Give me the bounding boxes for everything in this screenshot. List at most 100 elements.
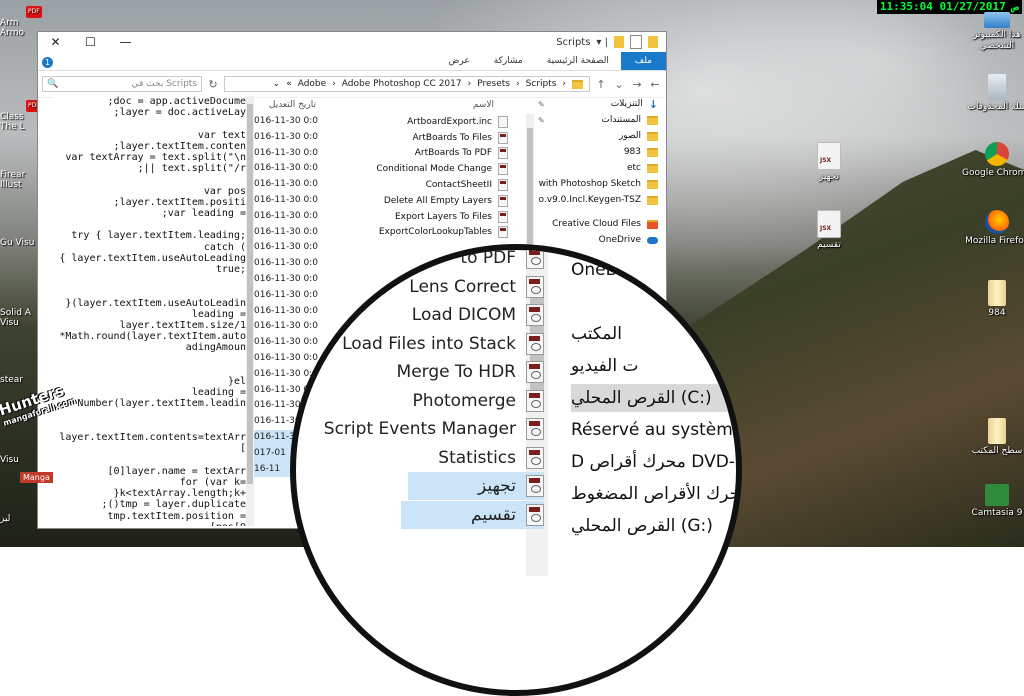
jsx-file-icon bbox=[817, 210, 841, 238]
breadcrumb-adobe[interactable]: Adobe bbox=[298, 79, 326, 89]
nav-item-label: Creative Cloud Files bbox=[552, 219, 641, 229]
desktop-icon-984[interactable]: 984 bbox=[962, 280, 1024, 319]
desktop-icon-label: Solid A Visu bbox=[0, 308, 31, 328]
nav-item-label: o.v9.0.Incl.Keygen-TSZ bbox=[538, 195, 641, 205]
tab-view[interactable]: عرض bbox=[436, 52, 481, 70]
magnified-file-row: Load Files into Stack bbox=[342, 330, 544, 358]
close-button[interactable]: ✕ bbox=[38, 35, 73, 49]
desktop-icon-recycle-bin[interactable]: سلة المحذوفات bbox=[962, 74, 1024, 113]
desktop-icon-taqseem[interactable]: تقسيم bbox=[794, 210, 864, 251]
minimize-button[interactable]: — bbox=[108, 35, 143, 49]
folder-icon bbox=[647, 179, 658, 189]
tab-file[interactable]: ملف bbox=[620, 52, 666, 70]
file-row[interactable]: ArtboardExport.inc bbox=[322, 114, 510, 130]
nav-item[interactable]: ✎ التنزيلات ↓ bbox=[534, 96, 664, 112]
code-line: ;var leading = bbox=[161, 208, 246, 220]
maximize-button[interactable]: ☐ bbox=[73, 35, 108, 49]
search-icon: 🔍 bbox=[47, 79, 59, 89]
breadcrumb-scripts[interactable]: Scripts bbox=[526, 79, 557, 89]
magnified-nav-label: OneDrive bbox=[571, 260, 651, 280]
nav-item[interactable]: الصور bbox=[534, 128, 664, 144]
file-row[interactable]: Export Layers To Files bbox=[322, 209, 510, 225]
folder-icon bbox=[614, 36, 624, 48]
desktop-icon-label: ليز bbox=[0, 514, 11, 524]
forward-arrow-icon[interactable]: → bbox=[630, 78, 644, 91]
desktop-icon-desktop-shortcut[interactable]: سطح المكتب bbox=[962, 418, 1024, 457]
code-line: layer.textItem.size/1 bbox=[119, 320, 246, 332]
jsx-file-icon bbox=[498, 210, 508, 223]
file-row[interactable]: ArtBoards To PDF bbox=[322, 146, 510, 162]
jsx-file-icon bbox=[526, 446, 544, 469]
file-row[interactable]: Delete All Empty Layers bbox=[322, 193, 510, 209]
desktop-icon-edge-4[interactable]: Gu Visu bbox=[0, 238, 38, 248]
code-line: }k<textArray.length;k+ bbox=[113, 488, 246, 500]
desktop-icon-edge-5[interactable]: Solid A Visu bbox=[0, 308, 38, 328]
desktop-icon-edge-3[interactable]: Firear Illust bbox=[0, 170, 38, 190]
nav-item[interactable]: with Photoshop Sketch bbox=[534, 176, 664, 192]
code-line: }el bbox=[227, 376, 246, 388]
preview-pane-code[interactable]: ;doc = app.activeDocume ;layer = doc.acti… bbox=[54, 96, 246, 526]
up-arrow-icon[interactable]: ↑ bbox=[594, 78, 608, 91]
magnified-file-name: to PDF bbox=[460, 248, 516, 268]
folder-icon bbox=[647, 147, 658, 157]
magnified-file-name: Script Events Manager bbox=[323, 419, 516, 439]
preview-scrollbar[interactable] bbox=[246, 96, 254, 526]
nav-item[interactable]: etc bbox=[534, 160, 664, 176]
chevron-down-icon: ⌄ bbox=[272, 79, 281, 89]
desktop-icon-this-pc[interactable]: هذا الكمبيوتر الشخصي bbox=[962, 12, 1024, 52]
code-line: { layer.textItem.useAutoLeading bbox=[59, 252, 246, 264]
quick-access-dropdown-icon[interactable]: ▾ | bbox=[596, 37, 608, 48]
properties-icon[interactable] bbox=[630, 35, 642, 49]
desktop-icon-edge-1[interactable]: PDF Arm Armo bbox=[0, 6, 42, 38]
refresh-icon[interactable]: ↻ bbox=[206, 78, 220, 91]
desktop-icon-edge-8[interactable]: ليز bbox=[0, 514, 38, 524]
magnified-file-name: Load DICOM bbox=[411, 305, 516, 325]
desktop-icon-edge-6[interactable]: stear bbox=[0, 375, 38, 385]
scrollbar-thumb[interactable] bbox=[247, 104, 253, 484]
jsx-file-icon bbox=[498, 163, 508, 176]
breadcrumb-photoshop[interactable]: Adobe Photoshop CC 2017 bbox=[342, 79, 462, 89]
file-date: 016-11-30 0:06 bbox=[254, 147, 318, 158]
help-icon[interactable]: 1 bbox=[42, 56, 53, 68]
code-line: leading = bbox=[191, 308, 246, 320]
magnified-nav-item: Réservé au système (D: bbox=[571, 416, 736, 444]
jsx-file-icon bbox=[526, 304, 544, 326]
nav-item[interactable]: 983 bbox=[534, 144, 664, 160]
magnifier-lens: to PDF Lens Correct Load DICOM Load Files i… bbox=[290, 244, 742, 696]
magnified-nav-label: القرص المحلي (C:) bbox=[571, 388, 712, 408]
nav-item[interactable]: ✎ المستندات bbox=[534, 112, 664, 128]
magnified-file-row: Merge To HDR bbox=[397, 358, 544, 386]
recent-dropdown-icon[interactable]: ⌄ bbox=[612, 78, 626, 91]
nav-item[interactable]: Creative Cloud Files bbox=[534, 216, 664, 232]
nav-item-label: التنزيلات bbox=[610, 99, 643, 109]
column-header-date[interactable]: تاريخ التعديل bbox=[254, 96, 318, 114]
nav-item[interactable]: OneDrive bbox=[534, 232, 664, 248]
chrome-icon bbox=[985, 142, 1009, 166]
new-folder-icon[interactable] bbox=[648, 36, 658, 48]
desktop-icon-camtasia[interactable]: Camtasia 9 bbox=[962, 484, 1024, 519]
magnified-file-name: Merge To HDR bbox=[396, 362, 516, 382]
file-row[interactable]: ContactSheetII bbox=[322, 177, 510, 193]
column-header-name[interactable]: الاسم bbox=[322, 96, 510, 114]
file-row[interactable]: ArtBoards To Files bbox=[322, 130, 510, 146]
address-bar[interactable]: ⌄ « Adobe › Adobe Photoshop CC 2017 › Pres… bbox=[224, 76, 590, 92]
magnified-nav-item: القرص المحلي (C:) bbox=[571, 384, 736, 412]
desktop-icon-chrome[interactable]: Google Chrome bbox=[962, 142, 1024, 179]
file-row[interactable]: ExportColorLookupTables bbox=[322, 225, 510, 241]
desktop-icon-firefox[interactable]: Mozilla Firefox bbox=[962, 210, 1024, 247]
desktop-icon-label: Class The L bbox=[0, 112, 25, 132]
search-input[interactable]: 🔍 بحث في Scripts bbox=[42, 76, 202, 92]
nav-item[interactable]: o.v9.0.Incl.Keygen-TSZ bbox=[534, 192, 664, 208]
jsx-file-icon bbox=[498, 194, 508, 207]
desktop-icon-tajheez[interactable]: تجهيز bbox=[794, 142, 864, 183]
tab-share[interactable]: مشاركة bbox=[482, 52, 535, 70]
tab-home[interactable]: الصفحة الرئيسية bbox=[535, 52, 621, 70]
file-row[interactable]: Conditional Mode Change bbox=[322, 161, 510, 177]
desktop-icon-edge-2[interactable]: PDF Class The L bbox=[0, 100, 42, 132]
back-arrow-icon[interactable]: ← bbox=[648, 78, 662, 91]
jsx-file-icon bbox=[526, 275, 544, 298]
breadcrumb-presets[interactable]: Presets bbox=[477, 79, 510, 89]
